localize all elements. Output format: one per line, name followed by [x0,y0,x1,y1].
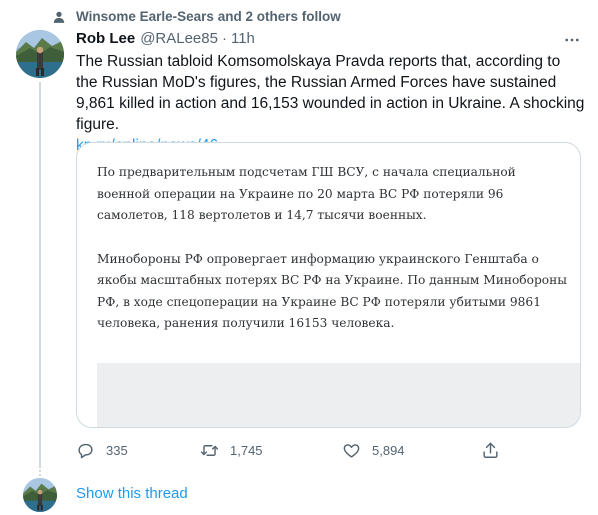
tweet-header: Rob Lee @RALee85 · 11h [76,30,255,50]
author-avatar[interactable] [16,30,64,78]
share-button[interactable] [481,438,500,462]
separator-dot: · [221,30,227,47]
heart-icon [343,443,360,458]
retweet-count: 1,745 [230,442,263,458]
author-handle[interactable]: @RALee85 [140,30,218,47]
card-paragraph-1: По предварительным подсчетам ГШ ВСУ, с н… [97,165,516,222]
card-image-placeholder [97,363,580,427]
tweet-body: The Russian tabloid Komsomolskaya Pravda… [76,53,585,133]
reply-icon [78,443,93,458]
thread-avatar[interactable] [23,478,57,512]
card-paragraph-2: Минобороны РФ опровергает информацию укр… [97,251,567,331]
reply-button[interactable]: 335 [76,438,128,462]
retweet-icon [200,444,219,456]
show-thread-link[interactable]: Show this thread [76,485,188,502]
card-text: По предварительным подсчетам ГШ ВСУ, с н… [97,162,567,335]
author-name[interactable]: Rob Lee [76,30,135,47]
reply-count: 335 [106,442,128,458]
more-button[interactable] [560,28,584,52]
more-icon [565,38,579,42]
tweet-timestamp[interactable]: 11h [231,30,255,47]
social-context-label: Winsome Earle-Sears and 2 others follow [76,9,341,24]
thread-dots [39,466,41,478]
like-button[interactable]: 5,894 [342,438,405,462]
link-card[interactable]: По предварительным подсчетам ГШ ВСУ, с н… [76,142,581,428]
tweet-actions: 335 1,745 5,894 [76,438,586,462]
share-icon [483,442,498,458]
thread-line [39,82,41,466]
person-icon [53,11,65,23]
tweet-text: The Russian tabloid Komsomolskaya Pravda… [76,51,586,156]
like-count: 5,894 [372,442,405,458]
retweet-button[interactable]: 1,745 [200,438,263,462]
